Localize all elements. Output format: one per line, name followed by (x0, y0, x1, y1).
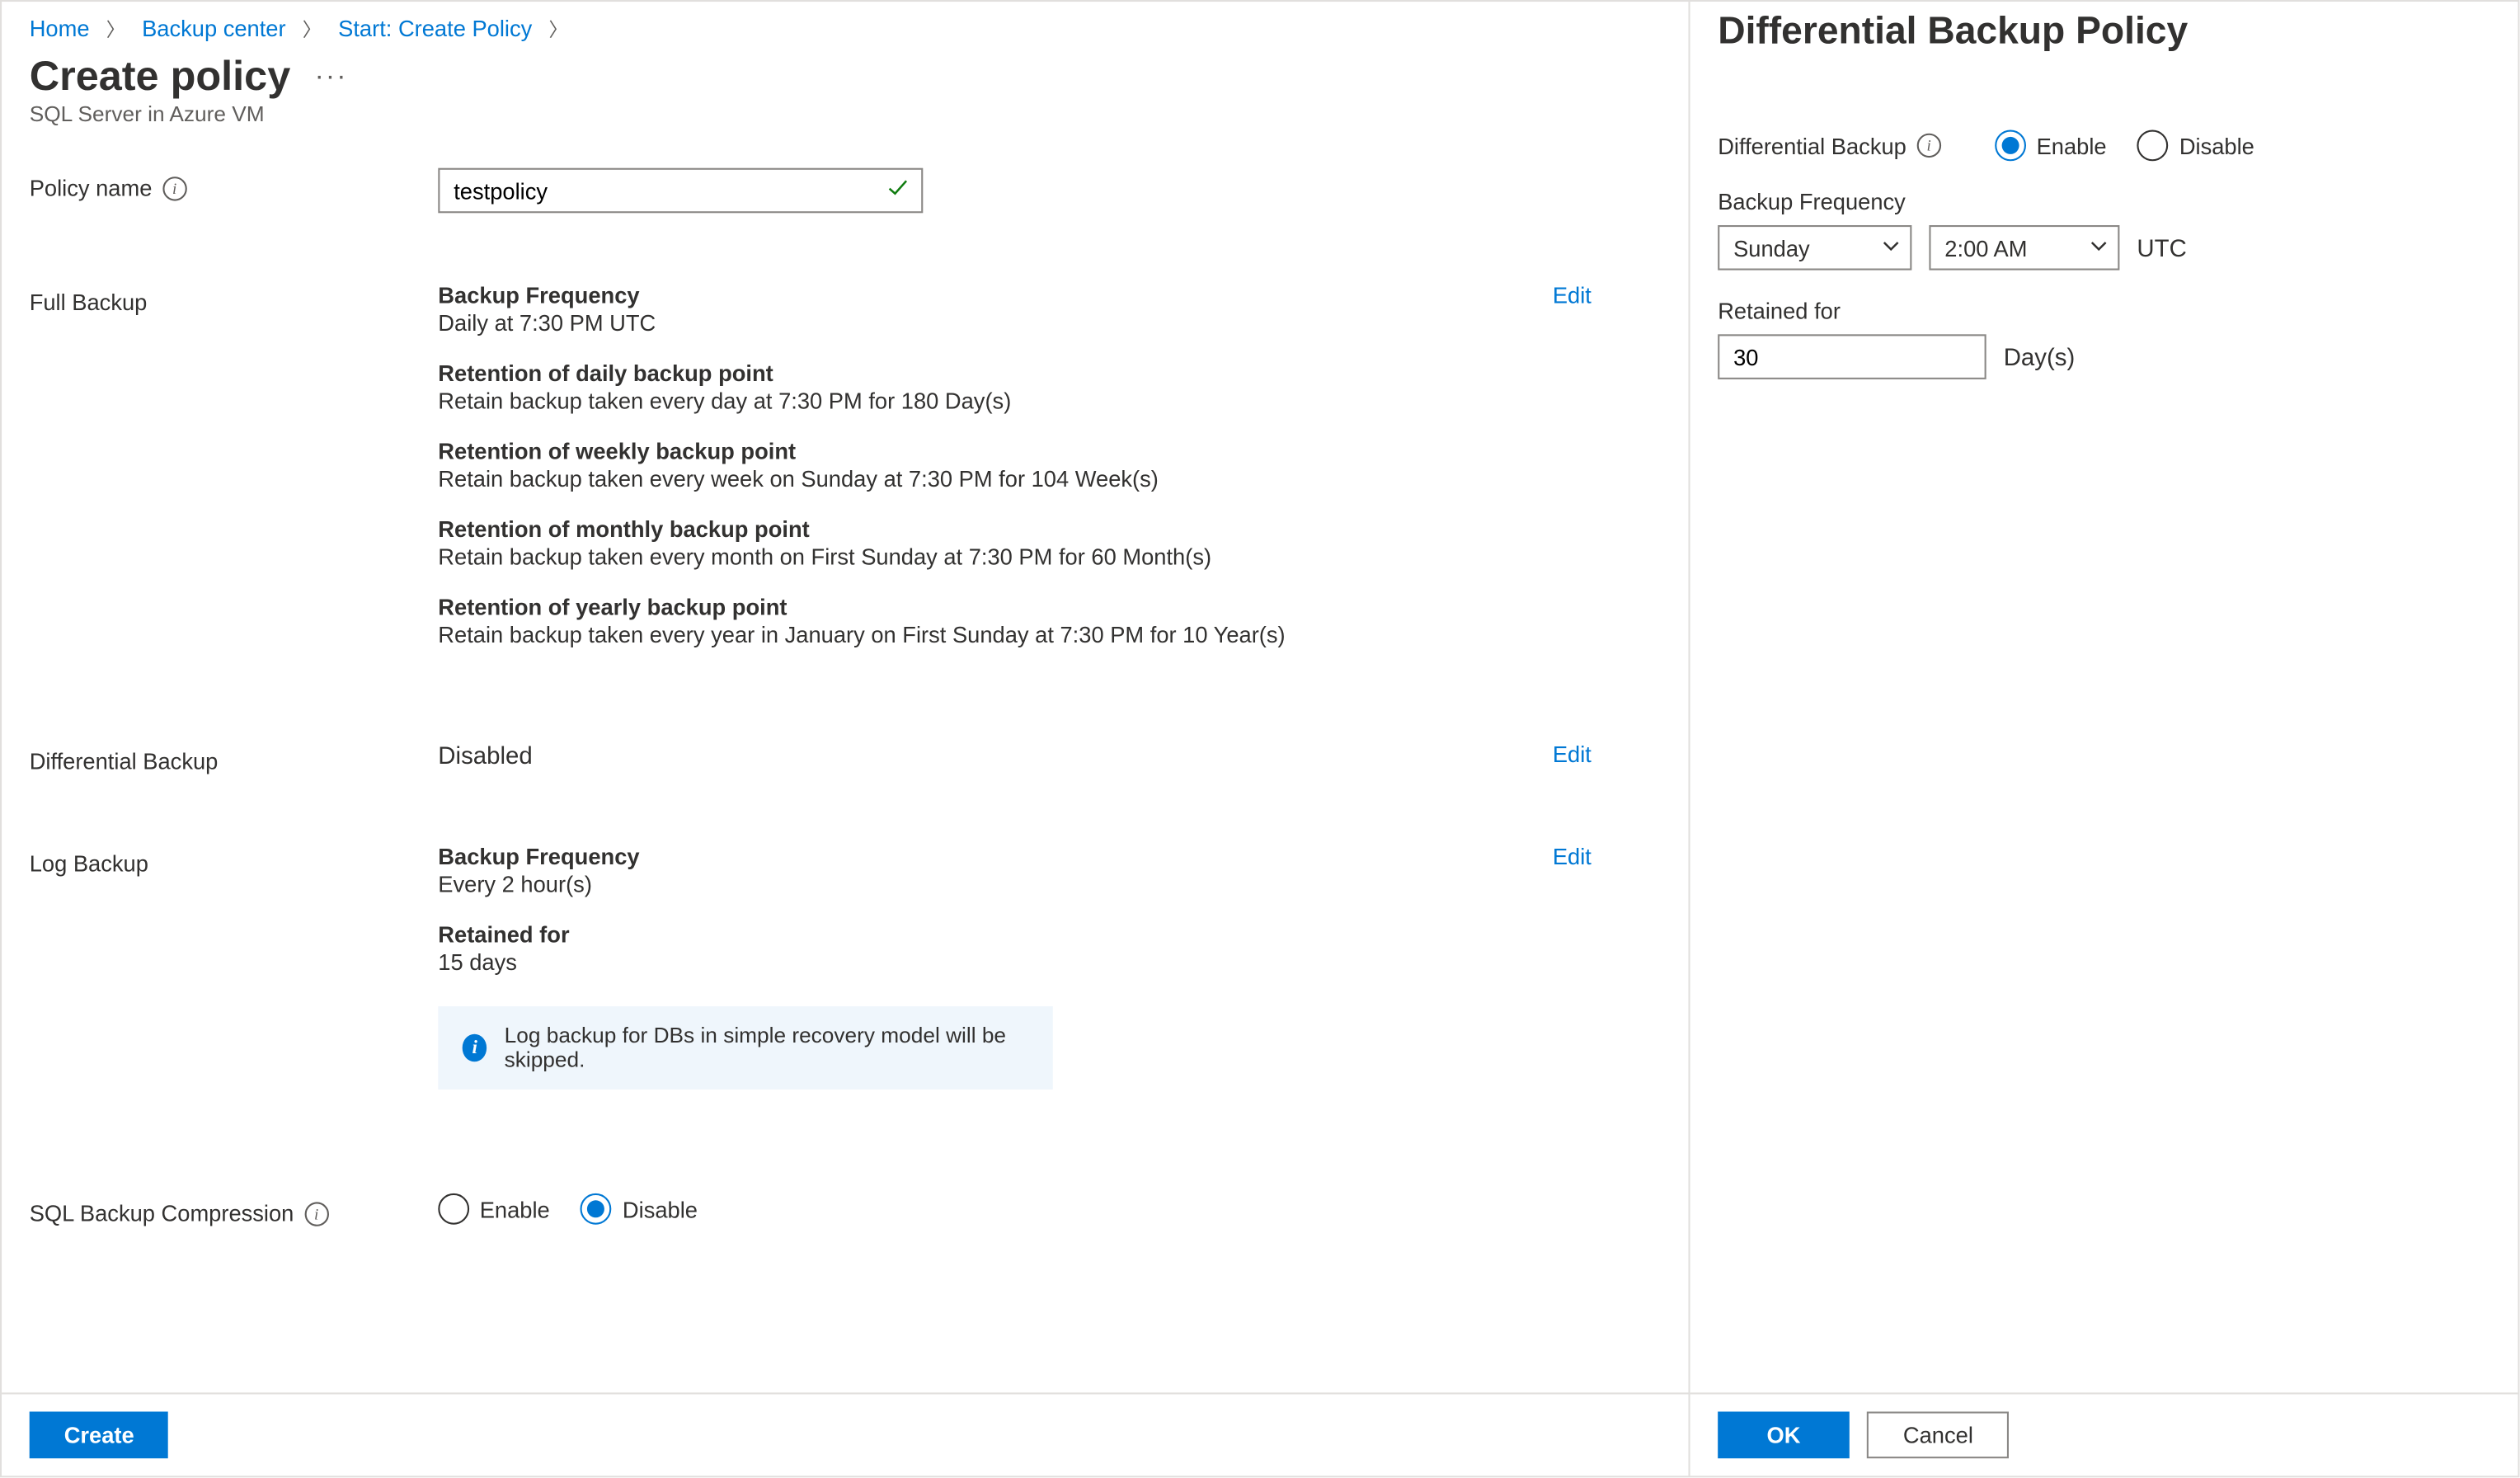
retention-daily-label: Retention of daily backup point (438, 360, 1557, 387)
retention-monthly-label: Retention of monthly backup point (438, 516, 1557, 543)
retention-monthly-value: Retain backup taken every month on First… (438, 544, 1557, 570)
right-freq-label: Backup Frequency (1718, 189, 2490, 215)
retained-unit-label: Day(s) (2004, 343, 2076, 371)
edit-full-backup-link[interactable]: Edit (1553, 282, 1591, 308)
log-backup-retained-label: Retained for (438, 921, 1557, 948)
compression-enable-radio[interactable]: Enable (438, 1193, 549, 1225)
main-pane: Home 〉 Backup center 〉 Start: Create Pol… (2, 2, 1690, 1476)
freq-time-select[interactable]: 2:00 AM (1929, 225, 2119, 271)
chevron-right-icon: 〉 (303, 21, 322, 41)
edit-differential-backup-link[interactable]: Edit (1553, 741, 1591, 768)
create-button[interactable]: Create (30, 1411, 169, 1458)
differential-backup-label: Differential Backup (30, 748, 219, 774)
info-icon[interactable]: i (1916, 134, 1940, 158)
retention-daily-value: Retain backup taken every day at 7:30 PM… (438, 388, 1557, 414)
retention-weekly-value: Retain backup taken every week on Sunday… (438, 466, 1557, 492)
diff-disable-label: Disable (2179, 133, 2254, 159)
compression-enable-label: Enable (480, 1196, 550, 1222)
check-icon (886, 177, 909, 205)
breadcrumb: Home 〉 Backup center 〉 Start: Create Pol… (2, 2, 1688, 43)
log-backup-freq-value: Every 2 hour(s) (438, 871, 1557, 897)
full-backup-freq-label: Backup Frequency (438, 282, 1557, 308)
right-pane-title: Differential Backup Policy (1718, 9, 2490, 54)
info-icon[interactable]: i (304, 1201, 328, 1225)
freq-timezone-label: UTC (2137, 234, 2186, 262)
ok-button[interactable]: OK (1718, 1411, 1850, 1458)
compression-disable-radio[interactable]: Disable (581, 1193, 698, 1225)
log-backup-info-banner: i Log backup for DBs in simple recovery … (438, 1006, 1052, 1090)
diff-enable-radio[interactable]: Enable (1995, 130, 2106, 162)
chevron-right-icon: 〉 (549, 21, 568, 41)
full-backup-freq-value: Daily at 7:30 PM UTC (438, 310, 1557, 337)
left-bottom-bar: Create (2, 1392, 1688, 1476)
page-subtitle: SQL Server in Azure VM (30, 102, 1661, 126)
right-bottom-bar: OK Cancel (1690, 1392, 2518, 1476)
cancel-button[interactable]: Cancel (1867, 1411, 2010, 1458)
log-backup-info-text: Log backup for DBs in simple recovery mo… (505, 1024, 1029, 1072)
log-backup-label: Log Backup (30, 850, 148, 877)
breadcrumb-start-create-policy[interactable]: Start: Create Policy (338, 16, 532, 41)
log-backup-retained-value: 15 days (438, 949, 1557, 976)
log-backup-freq-label: Backup Frequency (438, 844, 1557, 870)
compression-label: SQL Backup Compression (30, 1200, 294, 1226)
diff-enable-label: Enable (2037, 133, 2107, 159)
right-retained-label: Retained for (1718, 298, 2490, 324)
freq-day-value: Sunday (1733, 235, 1810, 261)
breadcrumb-home[interactable]: Home (30, 16, 90, 41)
policy-name-input[interactable] (438, 168, 923, 214)
compression-disable-label: Disable (623, 1196, 698, 1222)
right-diff-backup-label: Differential Backup (1718, 133, 1906, 159)
freq-time-value: 2:00 AM (1944, 235, 2027, 261)
chevron-right-icon: 〉 (106, 21, 125, 41)
breadcrumb-backup-center[interactable]: Backup center (142, 16, 286, 41)
retention-yearly-label: Retention of yearly backup point (438, 594, 1557, 620)
edit-log-backup-link[interactable]: Edit (1553, 844, 1591, 870)
more-menu-icon[interactable]: ··· (315, 63, 348, 94)
info-icon[interactable]: i (162, 176, 186, 200)
diff-disable-radio[interactable]: Disable (2137, 130, 2254, 162)
info-icon: i (463, 1034, 487, 1062)
policy-name-label: Policy name (30, 175, 153, 201)
full-backup-label: Full Backup (30, 289, 148, 316)
differential-backup-value: Disabled (438, 741, 1557, 770)
retention-yearly-value: Retain backup taken every year in Januar… (438, 622, 1557, 648)
retention-weekly-label: Retention of weekly backup point (438, 438, 1557, 464)
page-title: Create policy (30, 54, 291, 102)
page-header: Create policy ··· SQL Server in Azure VM (2, 43, 1688, 140)
retained-input[interactable] (1718, 334, 1986, 379)
freq-day-select[interactable]: Sunday (1718, 225, 1911, 271)
differential-backup-policy-pane: Differential Backup Policy Differential … (1690, 2, 2518, 1476)
